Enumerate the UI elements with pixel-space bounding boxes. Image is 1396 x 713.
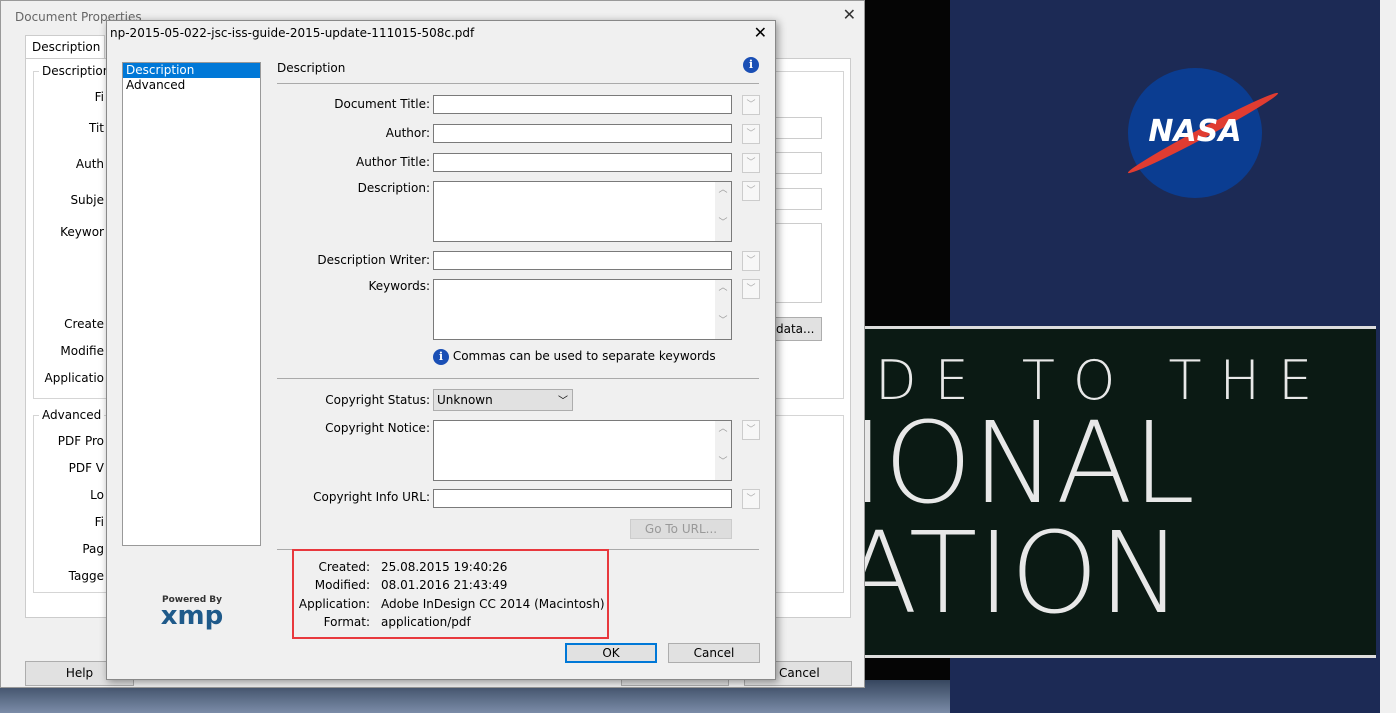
modified-label: Modified: xyxy=(314,578,370,592)
tab-description[interactable]: Description xyxy=(25,35,105,59)
keywords-field[interactable] xyxy=(771,223,822,303)
label: Auth xyxy=(75,157,104,171)
keywords-textarea[interactable]: ︿ ﹀ xyxy=(433,279,732,340)
label: Applicatio xyxy=(44,371,104,385)
label: Create xyxy=(64,317,104,331)
label: Fi xyxy=(94,515,104,529)
nav-item-advanced[interactable]: Advanced xyxy=(123,78,260,93)
category-list: Description Advanced xyxy=(122,62,261,546)
label: Lo xyxy=(90,488,104,502)
label: Fi xyxy=(94,90,104,104)
keywords-hint-text: Commas can be used to separate keywords xyxy=(452,349,716,363)
copyright-notice-textarea[interactable]: ︿ ﹀ xyxy=(433,420,732,481)
chevron-down-icon[interactable]: ﹀ xyxy=(742,124,760,144)
subject-field[interactable] xyxy=(771,188,822,210)
description-label: Description: xyxy=(357,181,430,195)
chevron-down-icon[interactable]: ﹀ xyxy=(742,181,760,201)
cover-line-3: ATION xyxy=(865,509,1183,639)
created-label: Created: xyxy=(318,560,370,574)
created-value: 25.08.2015 19:40:26 xyxy=(381,560,508,574)
author-label: Author: xyxy=(385,126,430,140)
label: Tagge xyxy=(68,569,104,583)
description-writer-label: Description Writer: xyxy=(317,253,430,267)
xmp-logo: Powered By xmp xyxy=(152,595,232,631)
author-field[interactable] xyxy=(771,152,822,174)
format-label: Format: xyxy=(323,615,370,629)
application-value: Adobe InDesign CC 2014 (Macintosh) xyxy=(381,597,605,611)
keywords-hint: i Commas can be used to separate keyword… xyxy=(433,349,716,365)
divider xyxy=(277,83,759,84)
label: Pag xyxy=(82,542,104,556)
cover-title-band: DE TO THE IONAL ATION xyxy=(865,326,1376,658)
close-icon[interactable]: ✕ xyxy=(754,23,767,42)
format-value: application/pdf xyxy=(381,615,471,629)
go-to-url-button[interactable]: Go To URL... xyxy=(630,519,732,539)
copyright-status-label: Copyright Status: xyxy=(325,393,430,407)
ok-button[interactable]: OK xyxy=(565,643,657,663)
additional-metadata-button[interactable]: data... xyxy=(771,317,822,341)
chevron-down-icon[interactable]: ﹀ xyxy=(742,251,760,271)
description-writer-input[interactable] xyxy=(433,251,732,270)
label: Keywor xyxy=(60,225,104,239)
chevron-down-icon[interactable]: ﹀ xyxy=(742,153,760,173)
divider xyxy=(277,378,759,379)
copyright-url-label: Copyright Info URL: xyxy=(313,490,430,504)
advanced-group-title: Advanced xyxy=(39,408,105,422)
copyright-status-value: Unknown xyxy=(437,393,493,407)
chevron-down-icon[interactable]: ﹀ xyxy=(742,95,760,115)
scrollbar[interactable]: ︿ ﹀ xyxy=(715,280,731,339)
label: Tit xyxy=(89,121,104,135)
title-field[interactable] xyxy=(771,117,822,139)
chevron-down-icon[interactable]: ﹀ xyxy=(742,489,760,509)
scrollbar[interactable]: ︿ ﹀ xyxy=(715,421,731,480)
document-title-label: Document Title: xyxy=(334,97,430,111)
modified-value: 08.01.2016 21:43:49 xyxy=(381,578,508,592)
xmp-metadata-dialog: np-2015-05-022-jsc-iss-guide-2015-update… xyxy=(106,20,776,680)
chevron-down-icon[interactable]: ﹀ xyxy=(742,420,760,440)
cancel-button[interactable]: Cancel xyxy=(668,643,760,663)
nasa-logo: NASA xyxy=(1125,68,1281,198)
nav-item-description[interactable]: Description xyxy=(123,63,260,78)
description-textarea[interactable]: ︿ ﹀ xyxy=(433,181,732,242)
scrollbar[interactable]: ︿ ﹀ xyxy=(715,182,731,241)
author-input[interactable] xyxy=(433,124,732,143)
label: PDF Pro xyxy=(57,434,104,448)
copyright-status-select[interactable]: Unknown ﹀ xyxy=(433,389,573,411)
document-title-input[interactable] xyxy=(433,95,732,114)
section-title: Description xyxy=(277,61,346,75)
label: Modifie xyxy=(60,344,104,358)
application-label: Application: xyxy=(298,597,370,611)
info-icon[interactable]: i xyxy=(743,57,759,73)
keywords-label: Keywords: xyxy=(368,279,430,293)
author-title-label: Author Title: xyxy=(356,155,430,169)
copyright-notice-label: Copyright Notice: xyxy=(325,421,430,435)
back-close-icon[interactable]: ✕ xyxy=(843,5,856,24)
label: Subje xyxy=(70,193,104,207)
copyright-url-input[interactable] xyxy=(433,489,732,508)
chevron-down-icon[interactable]: ﹀ xyxy=(742,279,760,299)
description-group-title: Description xyxy=(39,64,114,78)
label: PDF V xyxy=(68,461,104,475)
xmp-logo-text: xmp xyxy=(160,601,224,631)
author-title-input[interactable] xyxy=(433,153,732,172)
dialog-title: np-2015-05-022-jsc-iss-guide-2015-update… xyxy=(110,26,475,40)
info-icon: i xyxy=(433,349,449,365)
chevron-down-icon: ﹀ xyxy=(558,396,568,407)
scrollbar[interactable] xyxy=(1380,0,1396,713)
